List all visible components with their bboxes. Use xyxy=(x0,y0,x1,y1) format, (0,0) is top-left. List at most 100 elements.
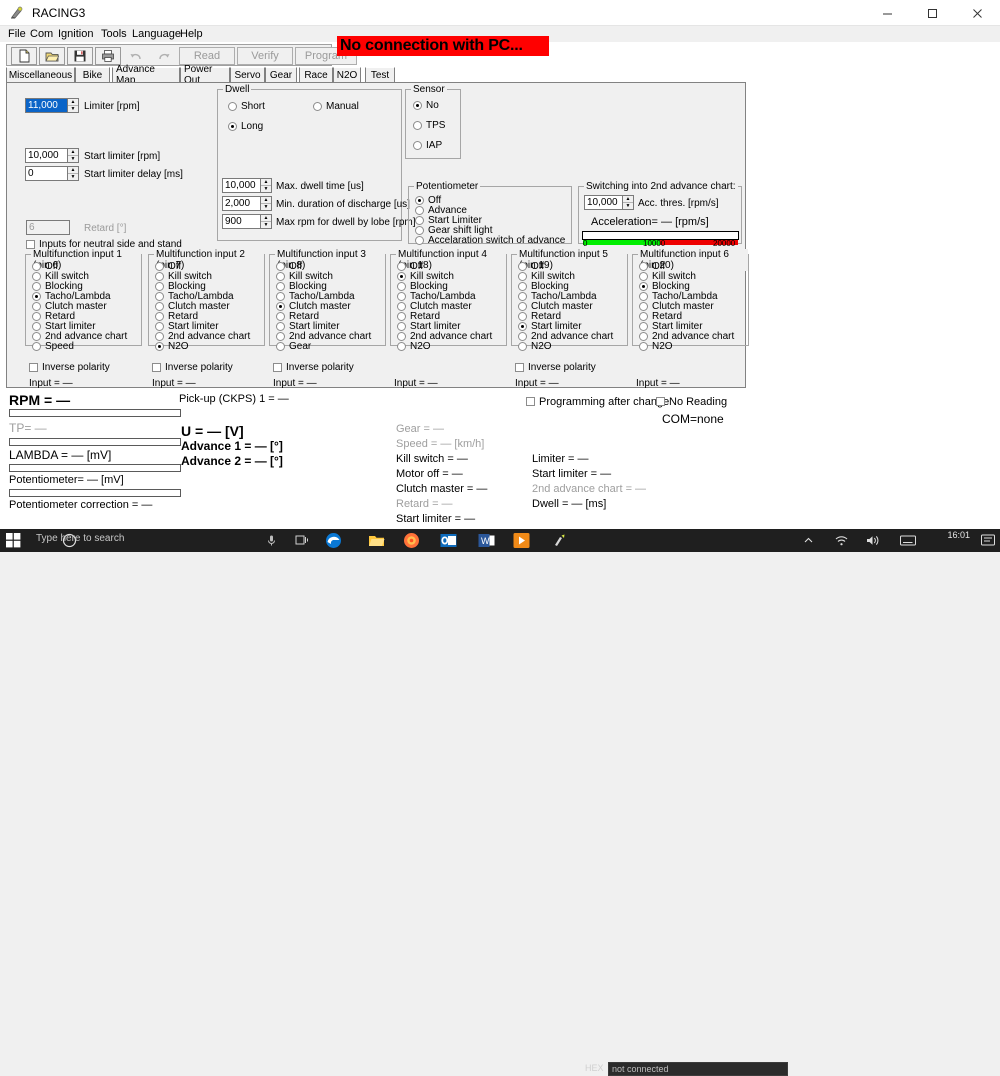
start-limiter-rpm-up[interactable]: ▲ xyxy=(68,149,78,156)
svg-text:W: W xyxy=(481,536,490,546)
hex-status-field[interactable]: not connected xyxy=(608,1062,788,1076)
limiter-rpm-up[interactable]: ▲ xyxy=(68,99,78,106)
taskbar-time[interactable]: 16:01 xyxy=(947,530,970,540)
start-limiter-delay-up[interactable]: ▲ xyxy=(68,167,78,174)
save-disk-icon[interactable] xyxy=(67,47,93,65)
connection-status-banner: No connection with PC... xyxy=(337,36,549,56)
new-file-icon[interactable] xyxy=(11,47,37,65)
verify-label: Verify xyxy=(251,50,279,62)
gear-readout: Gear = — xyxy=(396,423,444,435)
start-limiter-rpm-down[interactable]: ▼ xyxy=(68,156,78,162)
tab-test[interactable]: Test xyxy=(365,67,395,82)
menu-item-com[interactable]: Com xyxy=(26,27,57,41)
menu-item-help[interactable]: Help xyxy=(176,27,207,41)
no-reading-checkbox[interactable]: No Reading xyxy=(656,397,727,407)
potentiometer-group: Potentiometer Off Advance Start Limiter … xyxy=(408,186,572,244)
firefox-icon[interactable] xyxy=(403,532,420,549)
tab-miscellaneous[interactable]: Miscellaneous xyxy=(6,67,75,82)
pot-correction-readout: Potentiometer correction = — xyxy=(9,499,152,511)
programming-after-change-checkbox[interactable]: Programming after change xyxy=(526,397,669,407)
word-icon[interactable]: W xyxy=(478,532,495,549)
volume-icon[interactable] xyxy=(866,534,880,550)
dwell-option-long[interactable]: Long xyxy=(228,122,263,132)
undo-icon[interactable] xyxy=(123,47,149,65)
max-rpm-lobe-stepper[interactable]: 900 ▲▼ xyxy=(222,214,272,229)
media-player-icon[interactable] xyxy=(513,532,530,549)
accel-scale-min: 0 xyxy=(583,239,587,248)
max-rpm-lobe-label: Max rpm for dwell by lobe [rpm] xyxy=(276,217,416,228)
max-dwell-time-up[interactable]: ▲ xyxy=(261,179,271,186)
retard-value: 6 xyxy=(29,222,35,233)
mf2-option-n2o[interactable]: N2O xyxy=(155,342,189,352)
menu-item-ignition[interactable]: Ignition xyxy=(54,27,97,41)
max-rpm-lobe-up[interactable]: ▲ xyxy=(261,215,271,222)
explorer-icon[interactable] xyxy=(368,532,385,549)
tab-race[interactable]: Race xyxy=(299,67,333,82)
start-limiter-delay-down[interactable]: ▼ xyxy=(68,174,78,180)
mf1-input-readout: Input = — xyxy=(29,378,73,389)
close-button[interactable] xyxy=(955,0,1000,26)
start-limiter-delay-stepper[interactable]: 0 ▲▼ xyxy=(25,166,79,181)
dwell-option-short[interactable]: Short xyxy=(228,102,265,112)
pot-option-accel-switch[interactable]: Accelaration switch of advance xyxy=(415,236,565,246)
max-dwell-time-stepper[interactable]: 10,000 ▲▼ xyxy=(222,178,272,193)
speed-readout: Speed = — [km/h] xyxy=(396,438,484,450)
microphone-icon[interactable] xyxy=(265,534,278,547)
tab-bike[interactable]: Bike xyxy=(75,67,110,82)
mf3-inverse-polarity-checkbox[interactable]: Inverse polarity xyxy=(273,363,354,373)
mf1-inverse-polarity-checkbox[interactable]: Inverse polarity xyxy=(29,363,110,373)
minimize-button[interactable] xyxy=(865,0,910,26)
sensor-option-iap[interactable]: IAP xyxy=(413,141,442,151)
clock: 16:01 xyxy=(947,530,970,540)
start-limiter-rpm-stepper[interactable]: 10,000 ▲▼ xyxy=(25,148,79,163)
verify-button[interactable]: Verify xyxy=(237,47,293,65)
max-rpm-lobe-down[interactable]: ▼ xyxy=(261,222,271,228)
min-discharge-stepper[interactable]: 2,000 ▲▼ xyxy=(222,196,272,211)
sensor-option-no[interactable]: No xyxy=(413,101,439,111)
redo-icon[interactable] xyxy=(151,47,177,65)
max-dwell-time-down[interactable]: ▼ xyxy=(261,186,271,192)
acceleration-readout: Acceleration= — [rpm/s] xyxy=(591,216,709,228)
application-window: RACING3 File Com Ignition Tools Language… xyxy=(0,0,1000,552)
mf6-option-n2o[interactable]: N2O xyxy=(639,342,673,352)
network-icon[interactable] xyxy=(835,534,848,550)
outlook-icon[interactable] xyxy=(440,532,457,549)
acc-threshold-down[interactable]: ▼ xyxy=(623,203,633,209)
task-view-icon[interactable] xyxy=(295,534,309,547)
min-discharge-down[interactable]: ▼ xyxy=(261,204,271,210)
mf4-option-n2o[interactable]: N2O xyxy=(397,342,431,352)
limiter-rpm-stepper[interactable]: 11,000 ▲▼ xyxy=(25,98,79,113)
tp-readout: TP= — xyxy=(9,421,47,435)
tab-advance-map[interactable]: Advance Map xyxy=(112,67,180,82)
tab-strip: Miscellaneous Bike Advance Map Power Out… xyxy=(6,67,746,82)
action-center-icon[interactable] xyxy=(981,534,995,550)
mf5-inverse-polarity-checkbox[interactable]: Inverse polarity xyxy=(515,363,596,373)
tab-gear[interactable]: Gear xyxy=(265,67,297,82)
limiter-rpm-down[interactable]: ▼ xyxy=(68,106,78,112)
retard-field[interactable]: 6 xyxy=(26,220,70,235)
maximize-button[interactable] xyxy=(910,0,955,26)
racing3-icon[interactable] xyxy=(551,532,568,549)
min-discharge-up[interactable]: ▲ xyxy=(261,197,271,204)
show-hidden-icons-chevron-icon[interactable] xyxy=(803,535,814,549)
tab-n2o[interactable]: N2O xyxy=(333,67,361,82)
tab-power-out[interactable]: Power Out xyxy=(180,67,230,82)
sensor-option-tps[interactable]: TPS xyxy=(413,121,445,131)
keyboard-icon[interactable] xyxy=(900,535,916,549)
print-icon[interactable] xyxy=(95,47,121,65)
acc-threshold-stepper[interactable]: 10,000 ▲▼ xyxy=(584,195,634,210)
mf5-option-n2o[interactable]: N2O xyxy=(518,342,552,352)
edge-icon[interactable] xyxy=(325,532,342,549)
read-button[interactable]: Read xyxy=(179,47,235,65)
start-icon[interactable] xyxy=(6,533,21,548)
tab-servo[interactable]: Servo xyxy=(230,67,265,82)
mf1-option-speed[interactable]: Speed xyxy=(32,342,74,352)
search-input[interactable]: Type here to search xyxy=(36,533,256,549)
acc-threshold-up[interactable]: ▲ xyxy=(623,196,633,203)
mf3-option-gear[interactable]: Gear xyxy=(276,342,311,352)
open-folder-icon[interactable] xyxy=(39,47,65,65)
menu-item-tools[interactable]: Tools xyxy=(97,27,131,41)
mf2-inverse-polarity-checkbox[interactable]: Inverse polarity xyxy=(152,363,233,373)
rpm-readout: RPM = — xyxy=(9,392,70,408)
dwell-option-manual[interactable]: Manual xyxy=(313,102,359,112)
